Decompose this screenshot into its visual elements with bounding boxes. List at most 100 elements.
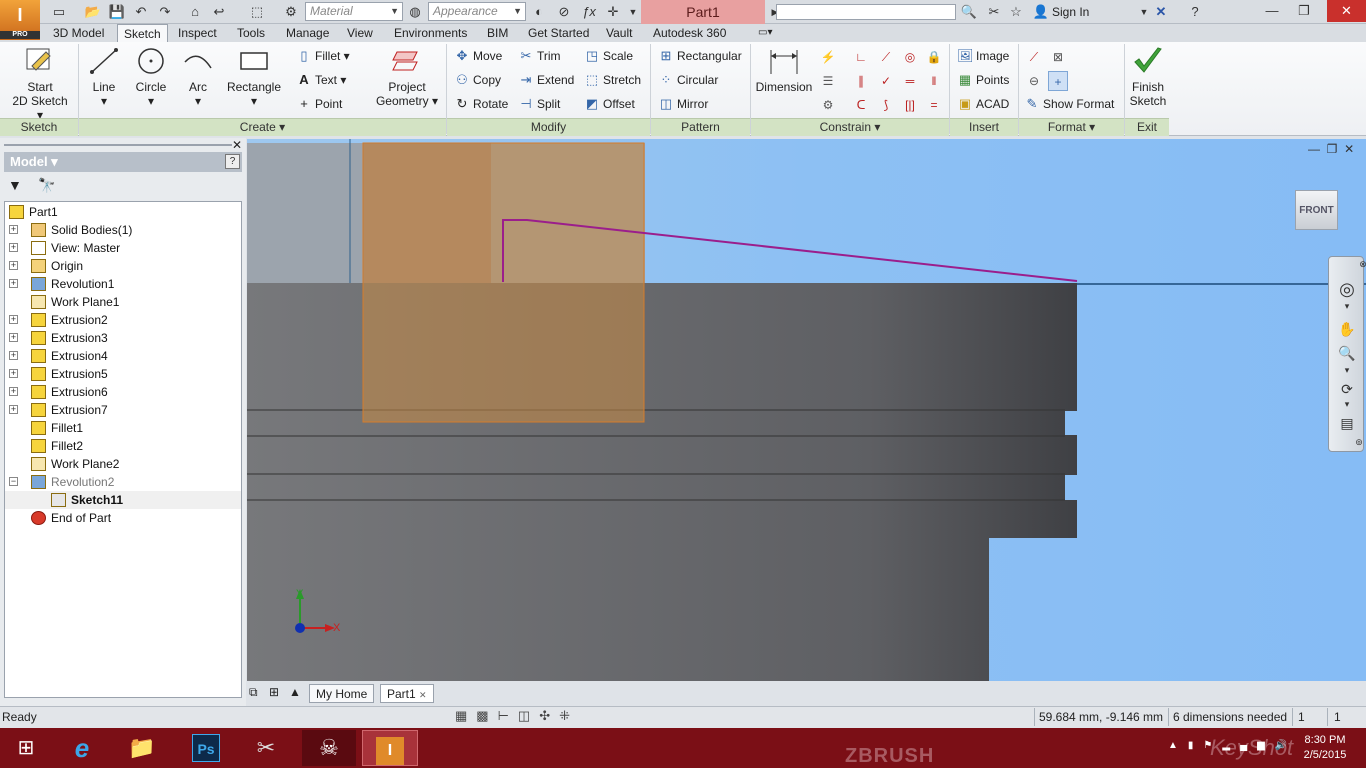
smooth-icon[interactable]: ⟆: [876, 95, 896, 115]
move-icon[interactable]: ✛: [604, 3, 622, 21]
tangent-icon[interactable]: ᑕ: [851, 95, 871, 115]
insert-acad-button[interactable]: ▣ ACAD: [957, 94, 1010, 114]
help-search-input[interactable]: [776, 4, 956, 20]
taskbar-clock[interactable]: 8:30 PM 2/5/2015: [1297, 733, 1353, 763]
select-icon[interactable]: ⬚: [248, 3, 266, 21]
sign-in-link[interactable]: Sign In: [1052, 5, 1089, 19]
split-button[interactable]: ⊣ Split: [518, 94, 560, 114]
look-at-icon[interactable]: ▤: [1337, 415, 1357, 433]
concentric-icon[interactable]: ◎: [900, 47, 920, 67]
auto-dimension-icon[interactable]: ⚡: [818, 47, 838, 67]
new-icon[interactable]: ▭: [50, 3, 68, 21]
tab-part1[interactable]: Part1 ✕: [380, 684, 434, 703]
tab-vault[interactable]: Vault: [600, 24, 638, 42]
cascade-icon[interactable]: ⊞: [269, 685, 279, 699]
expand-icon[interactable]: +: [9, 225, 18, 234]
text-button[interactable]: A Text ▾: [296, 70, 346, 90]
expand-icon[interactable]: +: [9, 369, 18, 378]
tree-node[interactable]: + Extrusion7: [5, 401, 241, 419]
arrange-icon[interactable]: ▲: [289, 685, 301, 699]
constraint-settings-icon[interactable]: ☰: [818, 71, 838, 91]
center-point-icon[interactable]: +: [1048, 71, 1068, 91]
project-geometry-button[interactable]: Project Geometry ▾: [374, 46, 440, 108]
minimize-button[interactable]: —: [1257, 0, 1287, 22]
panel-title-constrain[interactable]: Constrain ▾: [751, 118, 949, 136]
material-combo[interactable]: Material ▼: [305, 2, 403, 21]
grid-icon[interactable]: ▩: [476, 708, 497, 723]
expand-icon[interactable]: +: [9, 243, 18, 252]
return-icon[interactable]: ↩: [210, 3, 228, 21]
expand-icon[interactable]: +: [9, 279, 18, 288]
signal-icon[interactable]: ▂▄▆: [1222, 740, 1274, 751]
tree-node[interactable]: + Extrusion2: [5, 311, 241, 329]
tree-node[interactable]: Sketch11: [5, 491, 241, 509]
move-button[interactable]: ✥ Move: [454, 46, 503, 66]
tree-node[interactable]: + Origin: [5, 257, 241, 275]
steering-wheel-icon[interactable]: ◎: [1337, 279, 1357, 299]
reference-icon[interactable]: ⊠: [1048, 47, 1068, 67]
collapse-icon[interactable]: −: [9, 477, 18, 486]
tab-my-home[interactable]: My Home: [309, 684, 375, 703]
tab-manage[interactable]: Manage: [280, 24, 335, 42]
tree-node[interactable]: + Extrusion6: [5, 383, 241, 401]
snap-icon[interactable]: ▦: [455, 708, 476, 723]
adjust-icon[interactable]: ◐: [530, 3, 548, 21]
start-2d-sketch-button[interactable]: Start 2D Sketch ▾: [8, 46, 72, 122]
favorites-icon[interactable]: ☆: [1007, 3, 1025, 21]
expand-icon[interactable]: +: [9, 387, 18, 396]
tab-environments[interactable]: Environments: [388, 24, 473, 42]
rectangular-pattern-button[interactable]: ⊞ Rectangular: [658, 46, 742, 66]
tab-tools[interactable]: Tools: [231, 24, 271, 42]
tree-node[interactable]: + Extrusion4: [5, 347, 241, 365]
clear-appearance-icon[interactable]: ⊘: [555, 3, 573, 21]
close-button[interactable]: ✕: [1327, 0, 1366, 22]
tree-node[interactable]: Fillet2: [5, 437, 241, 455]
tab-autodesk-360[interactable]: Autodesk 360: [647, 24, 732, 42]
relax-mode-icon[interactable]: ⚙: [818, 95, 838, 115]
circular-pattern-button[interactable]: ⁘ Circular: [658, 70, 719, 90]
stretch-button[interactable]: ⬚ Stretch: [584, 70, 641, 90]
mirror-button[interactable]: ◫ Mirror: [658, 94, 708, 114]
appearance-combo[interactable]: Appearance ▼: [428, 2, 526, 21]
sign-in-dropdown-icon[interactable]: ▼: [1135, 3, 1153, 21]
viewport-minimize-icon[interactable]: —: [1308, 142, 1320, 156]
symmetric-icon[interactable]: [|]: [900, 95, 920, 115]
viewcube[interactable]: FRONT: [1295, 190, 1338, 230]
tree-node[interactable]: Work Plane2: [5, 455, 241, 473]
insert-points-button[interactable]: ▦ Points: [957, 70, 1010, 90]
view-icon[interactable]: ◫: [518, 708, 539, 723]
snipping-tool-icon[interactable]: ✂: [242, 730, 290, 766]
update-icon[interactable]: ⚙: [282, 3, 300, 21]
search-icon[interactable]: 🔍: [960, 3, 978, 21]
inventor-taskbar-icon[interactable]: I: [362, 730, 418, 766]
rotate-button[interactable]: ↻ Rotate: [454, 94, 509, 114]
tab-close-icon[interactable]: ✕: [419, 690, 427, 700]
tree-node[interactable]: End of Part: [5, 509, 241, 527]
file-explorer-icon[interactable]: 📁: [118, 730, 166, 766]
tree-node[interactable]: Part1: [5, 203, 241, 221]
browser-header[interactable]: Model ▾: [4, 152, 242, 172]
filter-icon[interactable]: ▼: [8, 177, 22, 193]
perpendicular-icon[interactable]: ✓: [876, 71, 896, 91]
tab-get-started[interactable]: Get Started: [522, 24, 595, 42]
line-button[interactable]: Line ▾: [86, 46, 122, 108]
tab-view[interactable]: View: [341, 24, 379, 42]
vertical-icon[interactable]: ‖: [924, 71, 944, 91]
orbit-icon[interactable]: ⟳: [1337, 381, 1357, 399]
tab-sketch[interactable]: Sketch: [117, 24, 168, 42]
chevron-down-icon[interactable]: ▾: [1337, 301, 1357, 319]
customize-icon[interactable]: ▼: [624, 3, 642, 21]
expand-icon[interactable]: +: [9, 315, 18, 324]
circle-button[interactable]: Circle ▾: [133, 46, 169, 108]
fix-icon[interactable]: 🔒: [924, 47, 944, 67]
navbar-options-icon[interactable]: ⊚: [1349, 437, 1366, 455]
tab-overflow-icon[interactable]: ▭▾: [752, 24, 778, 42]
find-icon[interactable]: 🔭: [38, 177, 55, 194]
collinear-icon[interactable]: ⟋: [876, 47, 896, 67]
redo-icon[interactable]: ↷: [156, 3, 174, 21]
trim-button[interactable]: ✂ Trim: [518, 46, 561, 66]
parallel-icon[interactable]: ∥: [851, 71, 871, 91]
graphics-viewport[interactable]: [247, 139, 1366, 681]
save-icon[interactable]: 💾: [108, 3, 126, 21]
open-icon[interactable]: 📂: [84, 3, 102, 21]
